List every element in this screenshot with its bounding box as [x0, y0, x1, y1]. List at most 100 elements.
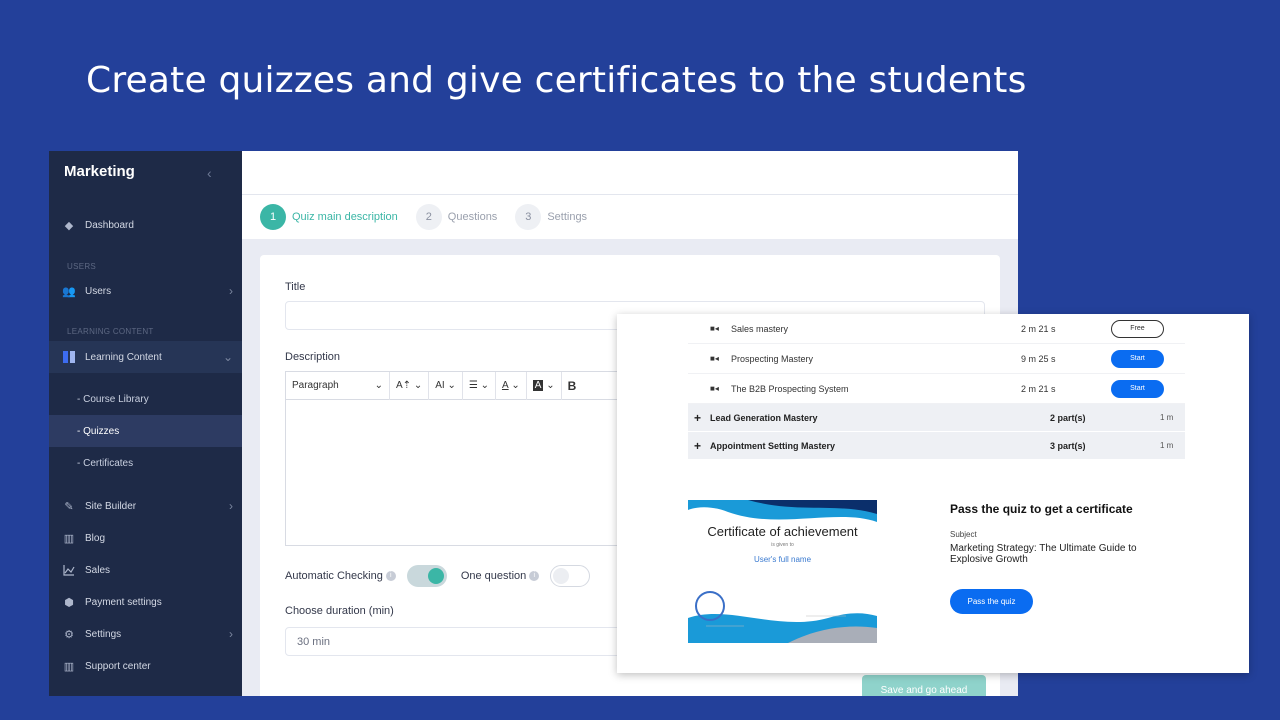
- certificate-title: Certificate of achievement: [707, 524, 858, 539]
- one-question-toggle[interactable]: [550, 565, 591, 587]
- certificate-recipient: User's full name: [753, 555, 812, 564]
- sidebar-item-label: Payment settings: [85, 596, 162, 608]
- sidebar: Marketing ‹ ◆ Dashboard USERS 👥 Users › …: [49, 151, 242, 696]
- brand-title: Marketing: [64, 163, 135, 180]
- lesson-name: Prospecting Mastery: [731, 353, 814, 364]
- font-color-button[interactable]: A ⌄: [496, 371, 527, 400]
- open-book-icon: ▥: [63, 660, 75, 673]
- course-preview-panel: ■◂ Sales mastery 2 m 21 s Free ■◂ Prospe…: [617, 314, 1249, 673]
- open-book-icon: ▥: [63, 532, 75, 545]
- certificate-cta-title: Pass the quiz to get a certificate: [950, 502, 1133, 516]
- sidebar-item-settings[interactable]: ⚙ Settings ›: [49, 618, 242, 650]
- users-icon: 👥: [62, 285, 76, 298]
- align-button[interactable]: ☰ ⌄: [463, 371, 496, 400]
- step-settings[interactable]: 3 Settings: [515, 204, 587, 230]
- highlight-button[interactable]: A ⌄: [527, 371, 562, 400]
- pencil-icon: ✎: [64, 500, 74, 513]
- module-row[interactable]: + Appointment Setting Mastery 3 part(s) …: [688, 432, 1185, 460]
- section-label-users: USERS: [67, 262, 97, 271]
- free-button[interactable]: Free: [1111, 319, 1164, 338]
- font-family-icon: AI ⌄: [435, 380, 456, 391]
- module-parts: 3 part(s): [1050, 440, 1086, 451]
- gear-icon: ⚙: [64, 628, 74, 641]
- align-left-icon: ☰ ⌄: [468, 380, 489, 391]
- sidebar-item-payment-settings[interactable]: ⬢ Payment settings: [49, 586, 242, 618]
- sidebar-item-dashboard[interactable]: ◆ Dashboard: [49, 209, 242, 241]
- duration-label: Choose duration (min): [285, 605, 394, 617]
- collapse-sidebar-icon[interactable]: ‹: [207, 165, 212, 181]
- module-duration: 1 m: [1160, 441, 1174, 450]
- plus-icon: +: [694, 410, 702, 425]
- title-label: Title: [285, 281, 306, 293]
- sidebar-item-course-library[interactable]: - Course Library: [49, 383, 242, 415]
- lesson-name: The B2B Prospecting System: [731, 383, 849, 394]
- chevron-down-icon: ⌄: [374, 380, 383, 391]
- automatic-checking-toggle[interactable]: [406, 565, 447, 587]
- video-camera-icon: ■◂: [710, 354, 719, 363]
- sidebar-item-sales[interactable]: Sales: [49, 554, 242, 586]
- sidebar-item-support-center[interactable]: ▥ Support center: [49, 650, 242, 682]
- sidebar-item-label: Blog: [85, 532, 106, 544]
- highlight-icon: A: [532, 380, 544, 391]
- chart-icon: [62, 563, 76, 577]
- stepper: 1 Quiz main description 2 Questions 3 Se…: [242, 195, 1018, 239]
- font-size-icon: A⇡ ⌄: [396, 380, 423, 391]
- lesson-duration: 9 m 25 s: [1021, 353, 1056, 364]
- chevron-down-icon: ⌄: [222, 350, 233, 364]
- lesson-row[interactable]: ■◂ Sales mastery 2 m 21 s Free: [688, 314, 1185, 344]
- module-name: Lead Generation Mastery: [710, 412, 818, 423]
- certificate-waves: [688, 500, 877, 643]
- pass-the-quiz-button[interactable]: Pass the quiz: [950, 589, 1033, 614]
- bold-button[interactable]: B: [562, 372, 583, 400]
- video-camera-icon: ■◂: [710, 324, 719, 333]
- box-icon: ⬢: [64, 596, 74, 609]
- module-parts: 2 part(s): [1050, 412, 1086, 423]
- book-icon: [62, 350, 76, 364]
- start-button[interactable]: Start: [1111, 349, 1164, 368]
- one-question-label: One question: [460, 570, 527, 582]
- certificate-given-to: is given to: [771, 542, 794, 548]
- lesson-duration: 2 m 21 s: [1021, 323, 1056, 334]
- layers-icon: ◆: [64, 219, 74, 232]
- module-name: Appointment Setting Mastery: [710, 440, 836, 451]
- font-size-button[interactable]: A⇡ ⌄: [390, 371, 430, 400]
- paragraph-label: Paragraph: [292, 380, 339, 391]
- paragraph-select[interactable]: Paragraph ⌄: [286, 371, 390, 400]
- sidebar-item-label: Learning Content: [85, 351, 162, 363]
- step-label: Questions: [447, 211, 498, 223]
- lesson-name: Sales mastery: [731, 323, 789, 334]
- step-number: 1: [260, 204, 286, 230]
- step-number: 3: [515, 204, 542, 230]
- section-label-learning: LEARNING CONTENT: [67, 327, 154, 336]
- lesson-row[interactable]: ■◂ Prospecting Mastery 9 m 25 s Start: [688, 344, 1185, 374]
- lesson-row[interactable]: ■◂ The B2B Prospecting System 2 m 21 s S…: [688, 374, 1185, 404]
- automatic-checking-label: Automatic Checking: [285, 570, 383, 582]
- sidebar-item-certificates[interactable]: - Certificates: [49, 447, 242, 479]
- module-row[interactable]: + Lead Generation Mastery 2 part(s) 1 m: [688, 404, 1185, 432]
- step-quiz-description[interactable]: 1 Quiz main description: [260, 204, 398, 230]
- chevron-right-icon: ›: [229, 284, 233, 298]
- save-and-go-ahead-button[interactable]: Save and go ahead: [862, 675, 986, 696]
- plus-icon: +: [694, 438, 702, 453]
- sidebar-item-blog[interactable]: ▥ Blog: [49, 522, 242, 554]
- info-icon: i: [529, 571, 540, 581]
- step-questions[interactable]: 2 Questions: [415, 204, 498, 230]
- step-label: Quiz main description: [292, 211, 398, 223]
- sidebar-item-site-builder[interactable]: ✎ Site Builder ›: [49, 490, 242, 522]
- chevron-right-icon: ›: [229, 499, 233, 513]
- sidebar-item-learning-content[interactable]: Learning Content ⌄: [49, 341, 242, 373]
- font-family-button[interactable]: AI ⌄: [429, 371, 463, 400]
- sidebar-item-users[interactable]: 👥 Users ›: [49, 275, 242, 307]
- info-icon: i: [385, 571, 396, 581]
- lesson-duration: 2 m 21 s: [1021, 383, 1056, 394]
- sidebar-item-label: Dashboard: [85, 219, 134, 231]
- toggle-row: Automatic Checking i One question i: [285, 565, 604, 587]
- subject-value: Marketing Strategy: The Ultimate Guide t…: [950, 543, 1137, 565]
- page-headline: Create quizzes and give certificates to …: [86, 60, 1027, 101]
- start-button[interactable]: Start: [1111, 379, 1164, 398]
- subject-label: Subject: [950, 530, 977, 539]
- font-color-icon: A: [501, 380, 509, 391]
- certificate-preview: Certificate of achievement is given to U…: [688, 500, 877, 643]
- sidebar-item-quizzes[interactable]: - Quizzes: [49, 415, 242, 447]
- chevron-right-icon: ›: [229, 627, 233, 641]
